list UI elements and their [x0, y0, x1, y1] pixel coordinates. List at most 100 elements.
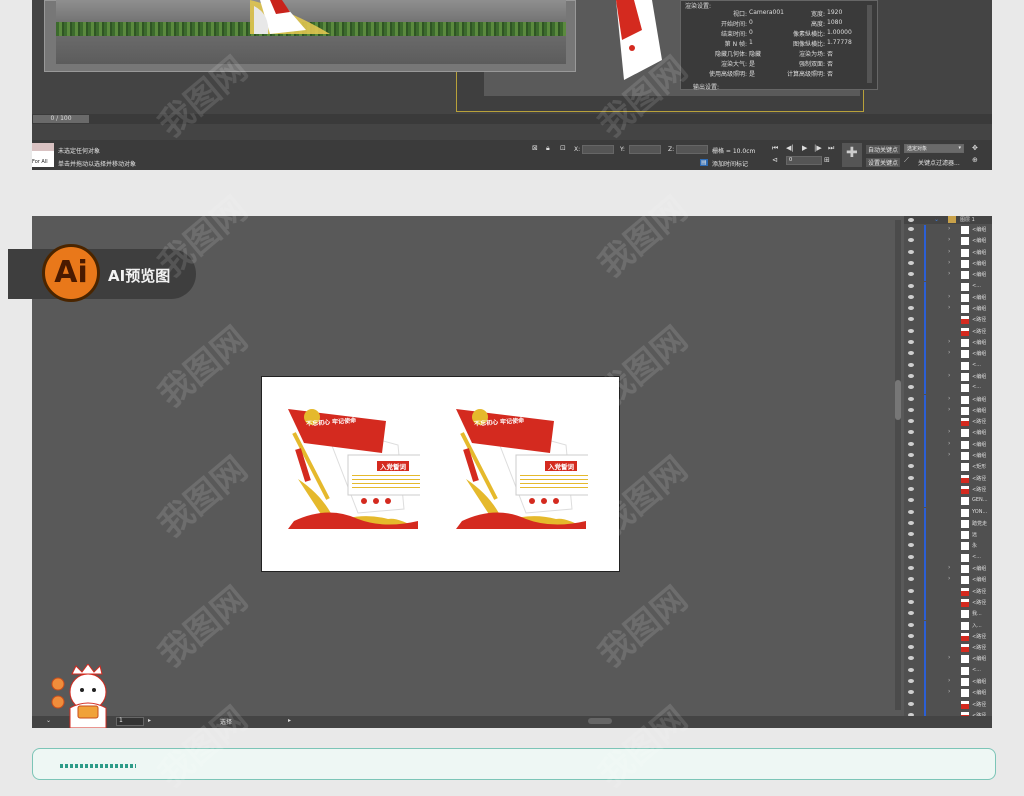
layer-row[interactable]: › <编组 — [904, 247, 992, 259]
layer-row[interactable]: › <编组 — [904, 439, 992, 451]
time-slider-track[interactable] — [32, 114, 992, 124]
eye-icon[interactable] — [908, 362, 914, 367]
play-icon[interactable]: ▶ — [802, 144, 807, 152]
key-mode-icon[interactable]: ⊲ — [772, 156, 778, 164]
eye-icon[interactable] — [908, 407, 914, 412]
layer-row[interactable]: › <编组 — [904, 338, 992, 350]
key-filters-button[interactable]: 关键点过滤器... — [918, 158, 960, 167]
time-config-icon[interactable]: ⊞ — [824, 156, 830, 164]
coord-z-field[interactable] — [676, 145, 708, 154]
absolute-mode-icon[interactable]: ⊡ — [560, 144, 566, 152]
layer-row[interactable]: 远 — [904, 530, 992, 542]
coord-x-field[interactable] — [582, 145, 614, 154]
scrollbar-thumb[interactable] — [895, 380, 901, 420]
eye-icon[interactable] — [908, 430, 914, 435]
current-frame-field[interactable]: 0 — [786, 156, 822, 165]
layer-row[interactable]: 永 — [904, 541, 992, 553]
key-tangent-icon[interactable]: ⟋ — [904, 156, 909, 165]
chevron-down-icon[interactable]: ⌄ — [934, 216, 939, 223]
eye-icon[interactable] — [908, 588, 914, 593]
expand-arrow-icon[interactable]: › — [948, 225, 950, 232]
layer-row[interactable]: <路径 — [904, 417, 992, 429]
layer-row[interactable]: › <编组 — [904, 428, 992, 440]
add-time-tag-button[interactable]: ▤ — [700, 159, 708, 166]
add-time-tag-label[interactable]: 添加时间标记 — [712, 159, 748, 168]
layer-row[interactable]: › <编组 — [904, 451, 992, 463]
layer-row[interactable]: <路径 — [904, 597, 992, 610]
layer-row[interactable]: <路径 — [904, 643, 992, 655]
eye-icon[interactable] — [908, 532, 914, 537]
layer-row[interactable]: <路径 — [904, 326, 992, 338]
eye-icon[interactable] — [908, 441, 914, 446]
layer-row[interactable]: 踏党走 — [904, 518, 992, 531]
vertical-scrollbar[interactable] — [895, 220, 901, 710]
expand-arrow-icon[interactable]: › — [948, 304, 950, 311]
expand-arrow-icon[interactable]: › — [948, 440, 950, 447]
layer-row[interactable]: › <编组 — [904, 225, 992, 237]
eye-icon[interactable] — [908, 645, 914, 650]
expand-arrow-icon[interactable]: › — [948, 428, 950, 435]
eye-icon[interactable] — [908, 306, 914, 311]
eye-icon[interactable] — [908, 554, 914, 559]
expand-arrow-icon[interactable]: › — [948, 575, 950, 582]
layer-row[interactable]: › <编组 — [904, 304, 992, 316]
coord-y-field[interactable] — [629, 145, 661, 154]
expand-arrow-icon[interactable]: › — [948, 395, 950, 402]
eye-icon[interactable] — [908, 656, 914, 661]
expand-arrow-icon[interactable]: › — [948, 248, 950, 255]
expand-arrow-icon[interactable]: › — [948, 564, 950, 571]
layer-row[interactable]: › <编组 — [904, 405, 992, 418]
eye-icon[interactable] — [908, 249, 914, 254]
auto-key-button[interactable]: 自动关键点 — [866, 145, 901, 154]
expand-arrow-icon[interactable]: › — [948, 654, 950, 661]
layer-row[interactable]: › <编组 — [904, 258, 992, 271]
eye-icon[interactable] — [908, 498, 914, 503]
layers-panel[interactable]: ⌄ 图层 1 › <编组 › <编组 › <编组 › <编组 › <编组 <... › <编组 › <编组 <… — [904, 216, 992, 728]
layer-row[interactable]: <... — [904, 383, 992, 395]
lock-icon[interactable]: 🔒︎ — [546, 144, 550, 153]
layer-row[interactable]: <... — [904, 360, 992, 372]
layer-row[interactable]: › <编组 — [904, 564, 992, 576]
eye-icon[interactable] — [908, 577, 914, 582]
layer-row[interactable]: <路径 — [904, 699, 992, 711]
eye-icon[interactable] — [908, 272, 914, 277]
eye-icon[interactable] — [908, 599, 914, 604]
expand-arrow-icon[interactable]: › — [948, 372, 950, 379]
expand-arrow-icon[interactable]: › — [948, 338, 950, 345]
eye-icon[interactable] — [908, 385, 914, 390]
layer-row[interactable]: 我... — [904, 609, 992, 621]
layer-row[interactable]: <路径 — [904, 473, 992, 485]
layer-row[interactable]: › <编组 — [904, 654, 992, 666]
expand-arrow-icon[interactable]: › — [948, 688, 950, 695]
layer-row[interactable]: <... — [904, 281, 992, 293]
layer-row[interactable]: › <编组 — [904, 236, 992, 248]
layer-row[interactable]: › <编组 — [904, 371, 992, 384]
layer-row[interactable]: <矩形 — [904, 462, 992, 474]
layer-row[interactable]: › <编组 — [904, 394, 992, 406]
eye-icon[interactable] — [908, 667, 914, 672]
orbit-icon[interactable]: ✥ — [972, 144, 978, 152]
expand-arrow-icon[interactable]: › — [948, 259, 950, 266]
eye-icon[interactable] — [908, 317, 914, 322]
expand-arrow-icon[interactable]: › — [948, 677, 950, 684]
eye-icon[interactable] — [908, 218, 914, 222]
eye-icon[interactable] — [908, 701, 914, 706]
eye-icon[interactable] — [908, 238, 914, 243]
eye-icon[interactable] — [908, 475, 914, 480]
zoom-icon[interactable]: ⊕ — [972, 156, 978, 164]
set-key-big-button[interactable]: ✚ — [842, 143, 862, 167]
layer-row[interactable]: 入... — [904, 620, 992, 632]
artboard[interactable]: 不忘初心 牢记使命 入党誓词 不忘初心 牢记使命 入党誓词 — [261, 376, 620, 572]
eye-icon[interactable] — [908, 486, 914, 491]
expand-arrow-icon[interactable]: › — [948, 236, 950, 243]
eye-icon[interactable] — [908, 453, 914, 457]
go-to-end-icon[interactable]: ⏭ — [828, 144, 834, 153]
time-slider-thumb[interactable]: 0 / 100 — [33, 115, 89, 123]
eye-icon[interactable] — [908, 294, 914, 299]
layer-row[interactable]: › <编组 — [904, 575, 992, 587]
render-settings-dialog[interactable]: 渲染设置: 视口: Camera001 宽度: 1920 开始时间: 0 高度: 1080 结束… — [680, 0, 878, 91]
eye-icon[interactable] — [908, 520, 914, 525]
eye-icon[interactable] — [908, 340, 914, 344]
next-frame-icon[interactable]: |▶ — [814, 144, 822, 152]
layer-row[interactable]: GEN... — [904, 496, 992, 508]
